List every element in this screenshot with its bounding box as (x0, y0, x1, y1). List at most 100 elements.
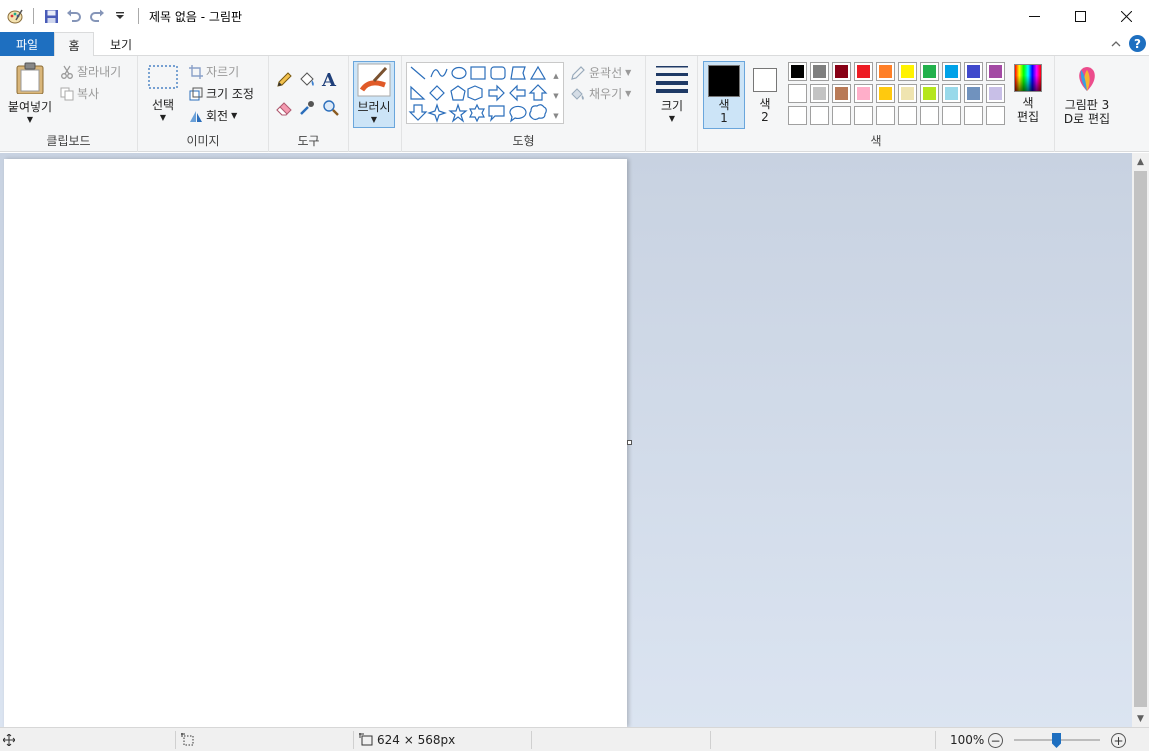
fill-tool-button[interactable] (298, 71, 318, 91)
resize-button[interactable]: 크기 조정 (189, 85, 254, 102)
palette-swatch[interactable] (964, 62, 983, 81)
palette-swatch[interactable] (832, 84, 851, 103)
zoom-slider-thumb[interactable] (1052, 733, 1061, 748)
drawing-canvas[interactable] (4, 159, 627, 727)
palette-swatch[interactable] (854, 84, 873, 103)
shapes-scroll-up-icon[interactable]: ▲ (550, 66, 562, 86)
paste-dropdown-arrow[interactable]: ▼ (4, 115, 56, 124)
custom-color-slot[interactable] (810, 106, 829, 125)
outline-dropdown-arrow[interactable]: ▼ (625, 68, 631, 77)
palette-swatch[interactable] (898, 84, 917, 103)
size-button[interactable]: 크기 ▼ (652, 61, 692, 129)
tab-file[interactable]: 파일 (0, 32, 54, 56)
scrollbar-thumb[interactable] (1134, 171, 1147, 707)
custom-color-slot[interactable] (986, 106, 1005, 125)
rotate-icon (190, 110, 202, 122)
redo-icon[interactable] (86, 5, 108, 27)
custom-color-slot[interactable] (964, 106, 983, 125)
zoom-in-icon[interactable]: + (1111, 733, 1126, 748)
rounded-rectangle-shape-icon (490, 66, 506, 80)
triangle-shape-icon (529, 65, 547, 80)
palette-swatch[interactable] (832, 62, 851, 81)
canvas-resize-handle-right[interactable] (627, 440, 632, 445)
scroll-down-icon[interactable]: ▼ (1132, 710, 1149, 727)
rotate-button[interactable]: 회전 ▼ (189, 107, 237, 124)
selection-size-icon (181, 728, 195, 751)
shapes-gallery (406, 62, 564, 124)
palette-swatch[interactable] (788, 84, 807, 103)
palette-swatch[interactable] (898, 62, 917, 81)
rotate-dropdown-arrow[interactable]: ▼ (231, 111, 237, 120)
copy-button[interactable]: 복사 (60, 85, 99, 102)
color1-button[interactable]: 색 1 (703, 61, 745, 129)
palette-swatch[interactable] (876, 62, 895, 81)
paint-app-icon[interactable] (4, 5, 26, 27)
cut-button[interactable]: 잘라내기 (60, 63, 121, 80)
quick-access-toolbar (0, 0, 145, 32)
status-divider (935, 731, 936, 749)
outline-button[interactable]: 윤곽선 ▼ (570, 64, 631, 81)
image-group: 선택 ▼ 자르기 크기 조정 회전 ▼ 이미지 (138, 56, 269, 152)
size-dropdown-arrow[interactable]: ▼ (652, 114, 692, 123)
fill-button[interactable]: 채우기 ▼ (570, 85, 631, 102)
outline-pen-icon (571, 65, 585, 80)
color1-swatch (708, 65, 740, 97)
shapes-expand-icon[interactable]: ▼ (550, 106, 562, 126)
palette-swatch[interactable] (942, 62, 961, 81)
tab-view[interactable]: 보기 (96, 32, 146, 56)
custom-color-slot[interactable] (898, 106, 917, 125)
custom-color-slot[interactable] (942, 106, 961, 125)
magnifier-tool-button[interactable] (322, 99, 342, 119)
brushes-button[interactable]: 브러시 ▼ (353, 61, 395, 128)
image-group-label: 이미지 (186, 134, 220, 148)
help-icon[interactable]: ? (1129, 35, 1146, 52)
fill-dropdown-arrow[interactable]: ▼ (625, 89, 631, 98)
brushes-dropdown-arrow[interactable]: ▼ (354, 115, 394, 124)
edit-colors-label-1: 색 (1022, 96, 1034, 110)
palette-swatch[interactable] (942, 84, 961, 103)
pencil-tool-button[interactable] (275, 71, 295, 91)
custom-color-slot[interactable] (788, 106, 807, 125)
select-button[interactable]: 선택 ▼ (144, 62, 182, 130)
palette-swatch[interactable] (876, 84, 895, 103)
save-icon[interactable] (40, 5, 62, 27)
custom-color-slot[interactable] (854, 106, 873, 125)
palette-swatch[interactable] (920, 84, 939, 103)
collapse-ribbon-icon[interactable] (1111, 37, 1121, 50)
crop-button[interactable]: 자르기 (189, 63, 239, 80)
palette-swatch[interactable] (986, 62, 1005, 81)
palette-swatch[interactable] (964, 84, 983, 103)
palette-swatch[interactable] (810, 62, 829, 81)
line-size-icon (656, 66, 688, 93)
color2-button[interactable]: 색 2 (748, 61, 782, 129)
colors-group-label: 색 (870, 134, 882, 148)
custom-color-slot[interactable] (920, 106, 939, 125)
edit-with-paint3d-button[interactable]: 그림판 3 D로 편집 (1057, 62, 1117, 132)
shapes-scroll[interactable]: ▲ ▼ ▼ (550, 66, 562, 126)
customize-dropdown-icon[interactable] (109, 5, 131, 27)
edit-colors-button[interactable]: 색 편집 (1008, 61, 1048, 131)
minimize-button[interactable] (1011, 0, 1057, 32)
palette-swatch[interactable] (920, 62, 939, 81)
palette-swatch[interactable] (854, 62, 873, 81)
text-tool-icon[interactable]: A (322, 70, 342, 91)
color-picker-tool-button[interactable] (298, 99, 318, 119)
zoom-out-icon[interactable]: − (988, 733, 1003, 748)
custom-color-slot[interactable] (832, 106, 851, 125)
paste-label: 붙여넣기 (7, 100, 53, 114)
tab-home[interactable]: 홈 (54, 32, 94, 57)
scroll-up-icon[interactable]: ▲ (1132, 153, 1149, 170)
four-point-star-shape-icon (427, 103, 447, 123)
undo-icon[interactable] (63, 5, 85, 27)
paste-button[interactable]: 붙여넣기 ▼ (4, 62, 56, 130)
eraser-tool-button[interactable] (275, 99, 295, 119)
custom-color-slot[interactable] (876, 106, 895, 125)
palette-swatch[interactable] (986, 84, 1005, 103)
vertical-scrollbar[interactable]: ▲ ▼ (1132, 153, 1149, 727)
palette-swatch[interactable] (788, 62, 807, 81)
select-dropdown-arrow[interactable]: ▼ (144, 113, 182, 122)
palette-swatch[interactable] (810, 84, 829, 103)
shapes-scroll-down-icon[interactable]: ▼ (550, 86, 562, 106)
maximize-button[interactable] (1057, 0, 1103, 32)
close-button[interactable] (1103, 0, 1149, 32)
